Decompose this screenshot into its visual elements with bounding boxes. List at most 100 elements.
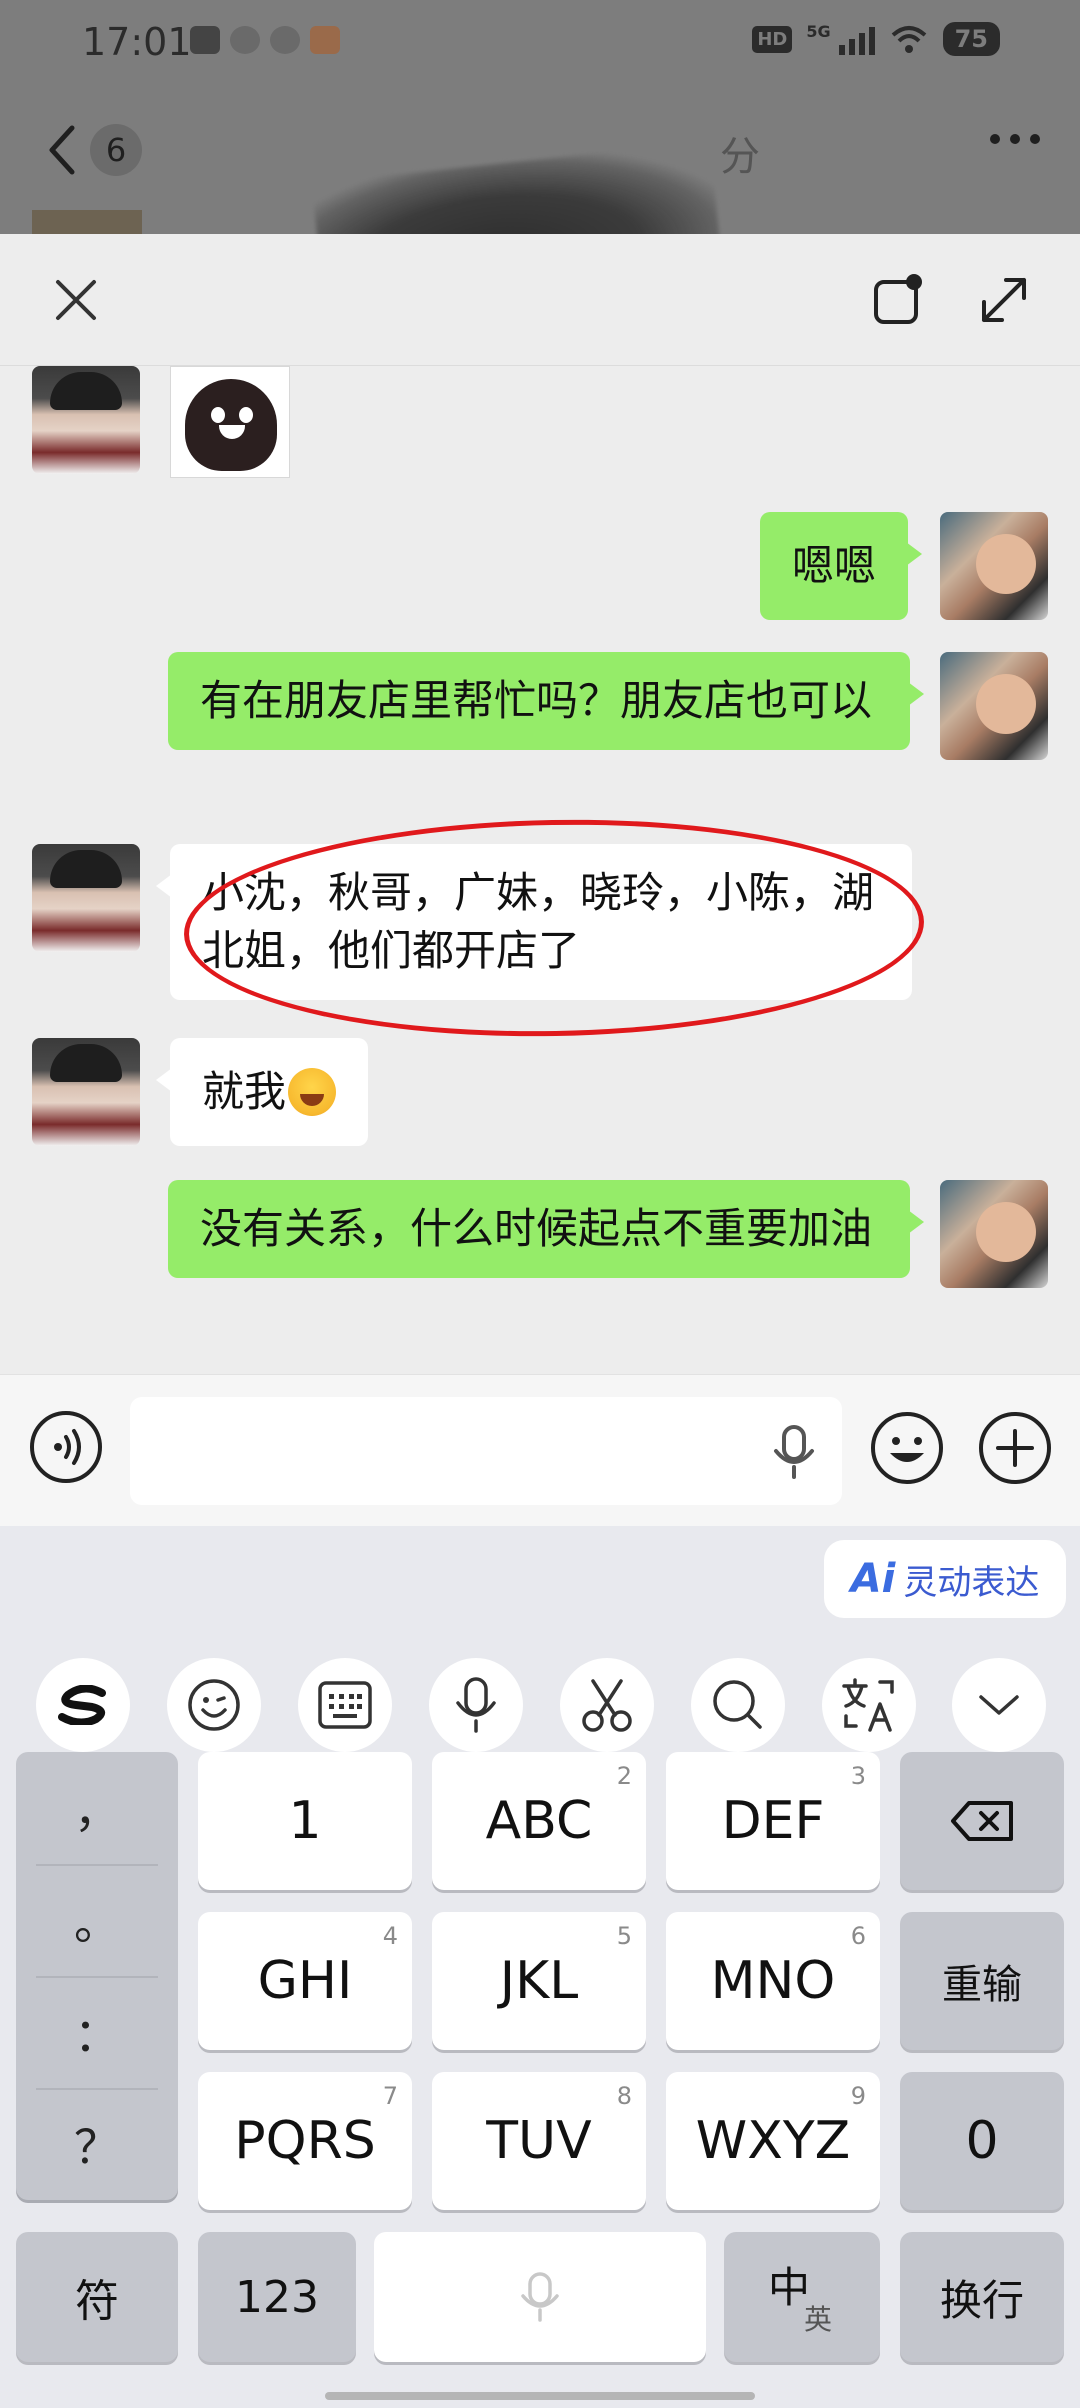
key-label: 符 [75, 2276, 119, 2327]
key-label: 重输 [942, 1962, 1022, 2008]
unread-count-badge[interactable]: 6 [90, 124, 142, 176]
chevron-down-icon[interactable] [952, 1658, 1046, 1752]
floating-window-icon[interactable] [870, 272, 926, 328]
backspace-icon [951, 1801, 1013, 1841]
key-ghi[interactable]: 4 GHI [198, 1912, 412, 2050]
keyboard-icon[interactable] [298, 1658, 392, 1752]
key-label: 123 [235, 2271, 319, 2323]
message-text: 没有关系，什么时候起点不重要加油 [200, 1204, 873, 1253]
sent-message-bubble[interactable]: 没有关系，什么时候起点不重要加油 [168, 1180, 924, 1278]
message-input[interactable] [130, 1397, 842, 1505]
penguin-sticker[interactable] [170, 366, 290, 478]
status-notification-icons [190, 26, 340, 54]
key-tuv[interactable]: 8 TUV [432, 2072, 646, 2210]
chat-message-list[interactable]: 嗯嗯 有在朋友店里帮忙吗？朋友店也可以 小沈，秋哥，广妹，晓玲，小陈，湖北姐，他… [0, 366, 1080, 1374]
language-switch-key[interactable]: 中 英 [724, 2232, 880, 2362]
key-digit: 9 [850, 2082, 866, 2110]
key-mno[interactable]: 6 MNO [666, 1912, 880, 2050]
key-wxyz[interactable]: 9 WXYZ [666, 2072, 880, 2210]
ai-expression-chip[interactable]: Ai 灵动表达 [824, 1540, 1066, 1618]
sync-app-icon [270, 26, 300, 54]
store-app-icon [310, 26, 340, 54]
contact-avatar[interactable] [32, 366, 140, 474]
message-text: 小沈，秋哥，广妹，晓玲，小陈，湖北姐，他们都开店了 [202, 868, 875, 975]
swipe-logo-icon[interactable] [36, 1658, 130, 1752]
key-label: MNO [710, 1951, 836, 2011]
key-digit: 2 [616, 1762, 632, 1790]
chat-title-fragment: 分 [720, 134, 760, 180]
key-label: 1 [288, 1791, 322, 1851]
key-label: JKL [499, 1951, 579, 2011]
key-label: ABC [485, 1791, 593, 1851]
my-avatar[interactable] [940, 1180, 1048, 1288]
emoji-face-icon[interactable] [167, 1658, 261, 1752]
sent-message-bubble[interactable]: 有在朋友店里帮忙吗？朋友店也可以 [168, 652, 924, 750]
scissors-icon[interactable] [560, 1658, 654, 1752]
search-icon[interactable] [691, 1658, 785, 1752]
message-text: 有在朋友店里帮忙吗？朋友店也可以 [200, 676, 873, 725]
mic-icon[interactable] [770, 1423, 818, 1481]
voice-mode-icon[interactable] [28, 1409, 104, 1485]
signal-icon [838, 23, 875, 55]
ai-icon: Ai [850, 1556, 896, 1602]
key-pqrs[interactable]: 7 PQRS [198, 2072, 412, 2210]
mic-icon [521, 2272, 559, 2322]
my-avatar[interactable] [940, 652, 1048, 760]
punct-comma-key[interactable]: ， [16, 1752, 178, 1864]
vivo-app-icon [190, 26, 220, 54]
wifi-icon [891, 26, 926, 53]
redacted-title-scribble [311, 141, 729, 234]
punct-question-key[interactable]: ？ [16, 2088, 178, 2200]
punct-colon-key[interactable]: ： [16, 1976, 178, 2088]
key-label: 0 [965, 2111, 999, 2171]
wechat-notification-icon [230, 26, 260, 54]
ai-chip-label: 灵动表达 [903, 1562, 1040, 1603]
punct-period-key[interactable]: 。 [16, 1864, 178, 1976]
newline-key[interactable]: 换行 [900, 2232, 1064, 2362]
numeric-key[interactable]: 123 [198, 2232, 356, 2362]
network-type: 5G [806, 22, 831, 41]
received-message-bubble[interactable]: 小沈，秋哥，广妹，晓玲，小陈，湖北姐，他们都开店了 [156, 844, 912, 1000]
status-bar: 17:01 HD 5G 75 [0, 0, 1080, 90]
translate-icon[interactable] [822, 1658, 916, 1752]
laughing-crying-emoji-icon [288, 1068, 337, 1116]
expand-icon[interactable] [976, 272, 1032, 328]
space-key[interactable] [374, 2232, 706, 2362]
backspace-key[interactable] [900, 1752, 1064, 1890]
message-text: 嗯嗯 [791, 541, 876, 590]
status-time: 17:01 [82, 20, 192, 64]
close-icon[interactable] [50, 274, 102, 326]
key-digit: 5 [616, 1922, 632, 1950]
contact-avatar[interactable] [32, 844, 140, 952]
contact-avatar[interactable] [32, 1038, 140, 1146]
received-message-bubble[interactable]: 就我 [155, 1038, 369, 1146]
key-0[interactable]: 0 [900, 2072, 1064, 2210]
my-avatar[interactable] [940, 512, 1048, 620]
key-label: GHI [257, 1951, 353, 2011]
chat-nav-row: 6 分 [0, 110, 1080, 234]
key-digit: 8 [616, 2082, 632, 2110]
home-indicator[interactable] [325, 2392, 755, 2400]
hd-badge: HD [752, 25, 793, 53]
key-digit: 4 [382, 1922, 398, 1950]
key-digit: 7 [382, 2082, 398, 2110]
voice-input-icon[interactable] [429, 1658, 523, 1752]
key-digit: 3 [850, 1762, 866, 1790]
key-abc[interactable]: 2 ABC [432, 1752, 646, 1890]
key-1[interactable]: 1 [198, 1752, 412, 1890]
symbol-key[interactable]: 符 [16, 2232, 178, 2362]
ime-keyboard: Ai 灵动表达 ， 。 ： ？ 1 2 ABC 3 DEF 4 GHI 5 JK… [0, 1526, 1080, 2408]
emoji-icon[interactable] [868, 1409, 946, 1487]
key-label: DEF [721, 1791, 825, 1851]
key-label: TUV [486, 2111, 592, 2171]
sent-message-bubble[interactable]: 嗯嗯 [759, 512, 923, 620]
partial-previous-message [32, 210, 142, 234]
key-label: WXYZ [695, 2111, 851, 2171]
punctuation-column[interactable]: ， 。 ： ？ [16, 1752, 178, 2200]
key-def[interactable]: 3 DEF [666, 1752, 880, 1890]
more-options-icon[interactable] [990, 134, 1040, 144]
reinput-key[interactable]: 重输 [900, 1912, 1064, 2050]
plus-icon[interactable] [976, 1409, 1054, 1487]
back-chevron-icon[interactable] [42, 120, 82, 180]
key-jkl[interactable]: 5 JKL [432, 1912, 646, 2050]
